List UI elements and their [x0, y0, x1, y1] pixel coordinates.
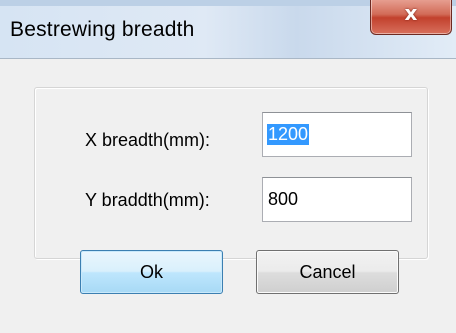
x-breadth-label: X breadth(mm):: [85, 130, 211, 150]
close-icon: x: [404, 1, 418, 25]
x-breadth-input[interactable]: 1200: [262, 112, 412, 157]
y-breadth-label: Y braddth(mm):: [85, 190, 210, 210]
close-button[interactable]: x: [370, 0, 452, 35]
x-breadth-value: 1200: [267, 124, 310, 145]
window-title: Bestrewing breadth: [10, 18, 195, 41]
cancel-button[interactable]: Cancel: [256, 250, 399, 294]
y-breadth-input[interactable]: 800: [262, 177, 412, 222]
title-bar[interactable]: Bestrewing breadth x: [0, 0, 456, 58]
y-breadth-value: 800: [268, 189, 299, 209]
ok-button[interactable]: Ok: [80, 250, 223, 294]
